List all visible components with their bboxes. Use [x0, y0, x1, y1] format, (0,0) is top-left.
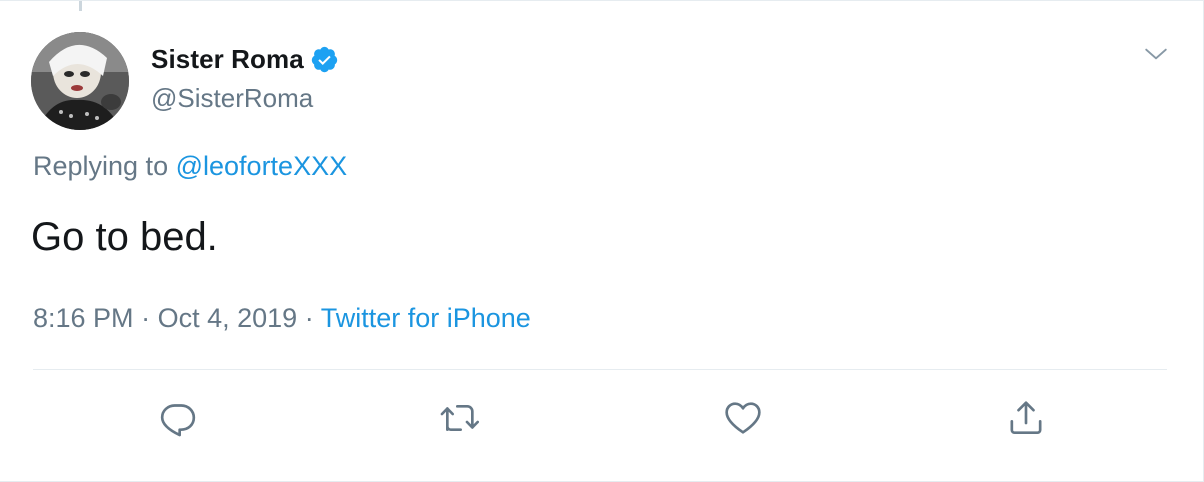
meta-separator: ·: [304, 303, 314, 333]
tweet-header: Sister Roma @SisterRoma: [151, 41, 339, 114]
avatar-image: [31, 32, 129, 130]
retweet-icon: [440, 405, 479, 431]
like-button[interactable]: [721, 396, 765, 440]
divider: [33, 369, 1167, 370]
retweet-button[interactable]: [437, 396, 481, 440]
reply-icon: [160, 404, 196, 437]
verified-badge-icon: [311, 46, 338, 72]
tweet-text: Go to bed.: [31, 215, 218, 259]
user-handle[interactable]: @SisterRoma: [151, 83, 339, 114]
name-row: Sister Roma: [151, 41, 339, 77]
share-button[interactable]: [1004, 396, 1048, 440]
reply-button[interactable]: [156, 396, 200, 440]
display-name[interactable]: Sister Roma: [151, 44, 304, 75]
replying-to-line: Replying to @leoforteXXX: [33, 151, 347, 182]
replying-to-label: Replying to: [33, 151, 169, 181]
tweet-meta: 8:16 PM · Oct 4, 2019 · Twitter for iPho…: [33, 303, 531, 334]
tweet-date[interactable]: Oct 4, 2019: [158, 303, 298, 333]
chevron-down-icon[interactable]: [1143, 41, 1169, 67]
tweet-time[interactable]: 8:16 PM: [33, 303, 134, 333]
heart-icon: [725, 402, 761, 434]
tweet-source-link[interactable]: Twitter for iPhone: [321, 303, 531, 333]
tweet-card: Sister Roma @SisterRoma Replying to @leo…: [0, 0, 1204, 482]
share-icon: [1010, 401, 1042, 434]
reply-mention-link[interactable]: @leoforteXXX: [176, 151, 348, 181]
avatar[interactable]: [31, 32, 129, 130]
thread-connector-line: [79, 1, 82, 11]
meta-separator: ·: [141, 303, 151, 333]
